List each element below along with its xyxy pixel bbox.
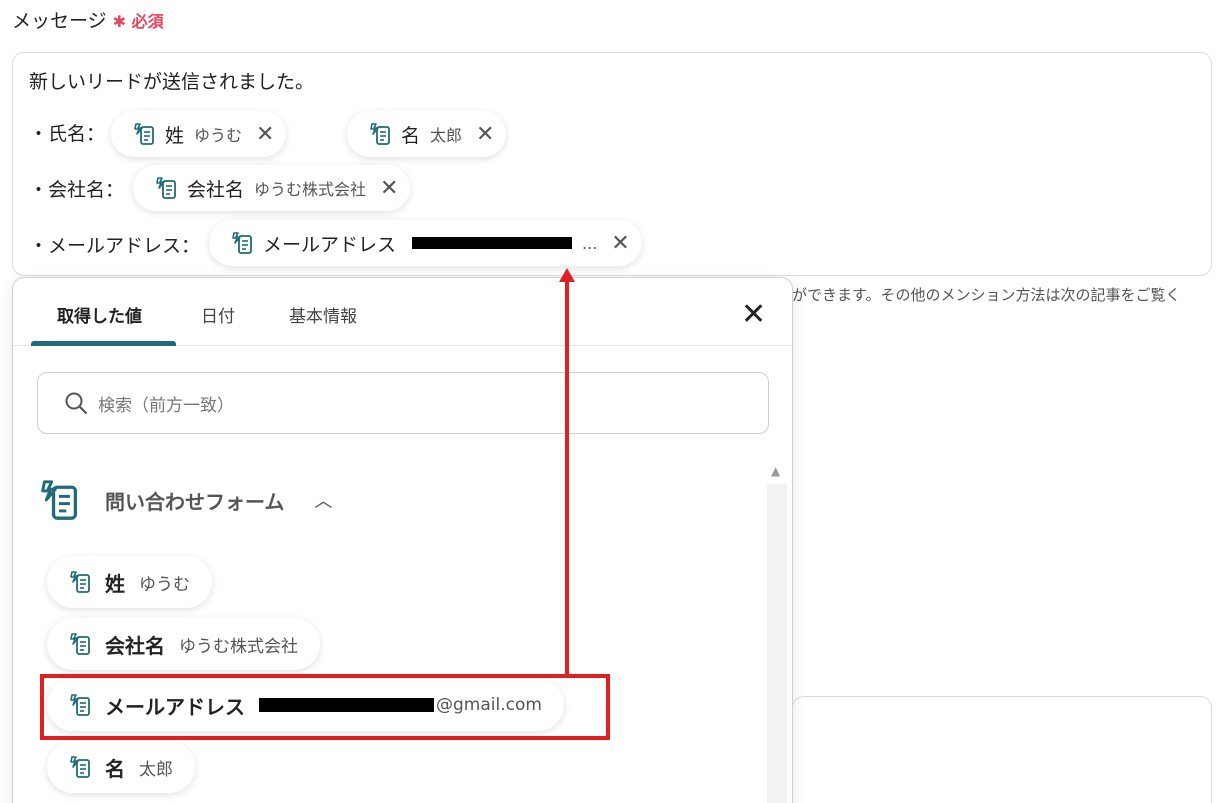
item-value: ゆうむ (139, 574, 190, 595)
group-header[interactable]: 問い合わせフォーム ︿ (39, 478, 332, 522)
required-badge: ✱ 必須 (113, 8, 164, 32)
chip-value: ゆうむ (194, 126, 243, 145)
form-doc-icon (155, 176, 177, 200)
scroll-up-arrow-icon[interactable]: ▲ (771, 464, 780, 478)
tab-acquired-values[interactable]: 取得した値 (57, 302, 142, 327)
message-line-1: 新しいリードが送信されました。 (29, 71, 315, 93)
tab-date[interactable]: 日付 (201, 302, 235, 327)
redacted-value (412, 237, 573, 249)
chip-name: 姓 (165, 124, 185, 147)
group-name: 問い合わせフォーム (105, 489, 285, 514)
search-icon (65, 392, 88, 415)
message-textarea[interactable]: 新しいリードが送信されました。 ・氏名： 姓 ゆうむ ✕ 名 太郎 ✕ ・会社名… (12, 52, 1212, 276)
label-email: ・メールアドレス： (29, 235, 201, 257)
form-doc-icon (69, 755, 91, 779)
close-icon[interactable]: ✕ (611, 231, 629, 256)
chip-company[interactable]: 会社名 ゆうむ株式会社 ✕ (133, 165, 411, 211)
annotation-highlight-box (40, 674, 610, 740)
field-label-text: メッセージ (12, 10, 107, 32)
required-text: 必須 (131, 12, 164, 31)
label-company: ・会社名： (29, 179, 125, 201)
annotation-arrow-head (559, 268, 575, 282)
chip-first-name[interactable]: 名 太郎 ✕ (347, 111, 507, 157)
chip-value: ゆうむ株式会社 (254, 180, 367, 199)
chip-value: 太郎 (430, 126, 463, 145)
chip-value: ... (582, 233, 598, 253)
form-doc-icon (69, 570, 91, 594)
form-doc-icon (69, 632, 91, 656)
annotation-arrow-line (565, 280, 569, 674)
label-name: ・氏名： (29, 123, 106, 145)
form-doc-icon (39, 478, 79, 522)
close-icon[interactable]: ✕ (741, 300, 766, 330)
helper-text: ができます。その他のメンション方法は次の記事をご覧く (792, 286, 1181, 304)
secondary-field[interactable] (792, 696, 1212, 803)
list-item-last-name[interactable]: 姓 ゆうむ (47, 556, 212, 608)
chip-name: 名 (401, 124, 421, 147)
item-value: ゆうむ株式会社 (179, 636, 298, 657)
search-input[interactable]: 検索（前方一致） (37, 372, 769, 434)
field-label: メッセージ ✱ 必須 (12, 6, 164, 33)
item-name: 会社名 (105, 633, 165, 658)
close-icon[interactable]: ✕ (476, 122, 494, 147)
form-doc-icon (133, 122, 155, 146)
chip-email[interactable]: メールアドレス ... ✕ (209, 220, 642, 266)
tab-bar: 取得した値 日付 基本情報 (13, 278, 792, 346)
tab-basic-info[interactable]: 基本情報 (289, 302, 357, 327)
close-icon[interactable]: ✕ (256, 122, 274, 147)
item-name: 姓 (105, 571, 125, 596)
form-doc-icon (369, 122, 391, 146)
tab-underline (31, 341, 176, 346)
close-icon[interactable]: ✕ (380, 176, 398, 201)
scrollbar[interactable] (767, 484, 787, 803)
form-doc-icon (231, 231, 253, 255)
chip-last-name[interactable]: 姓 ゆうむ ✕ (111, 111, 287, 157)
item-name: 名 (105, 756, 125, 781)
chevron-up-icon[interactable]: ︿ (314, 487, 332, 513)
required-mark: ✱ (112, 12, 127, 31)
item-value: 太郎 (139, 759, 173, 780)
list-item-first-name[interactable]: 名 太郎 (47, 741, 195, 793)
search-placeholder: 検索（前方一致） (98, 395, 234, 416)
list-item-company[interactable]: 会社名 ゆうむ株式会社 (47, 618, 320, 670)
chip-name: メールアドレス (263, 233, 397, 256)
chip-name: 会社名 (187, 178, 245, 201)
